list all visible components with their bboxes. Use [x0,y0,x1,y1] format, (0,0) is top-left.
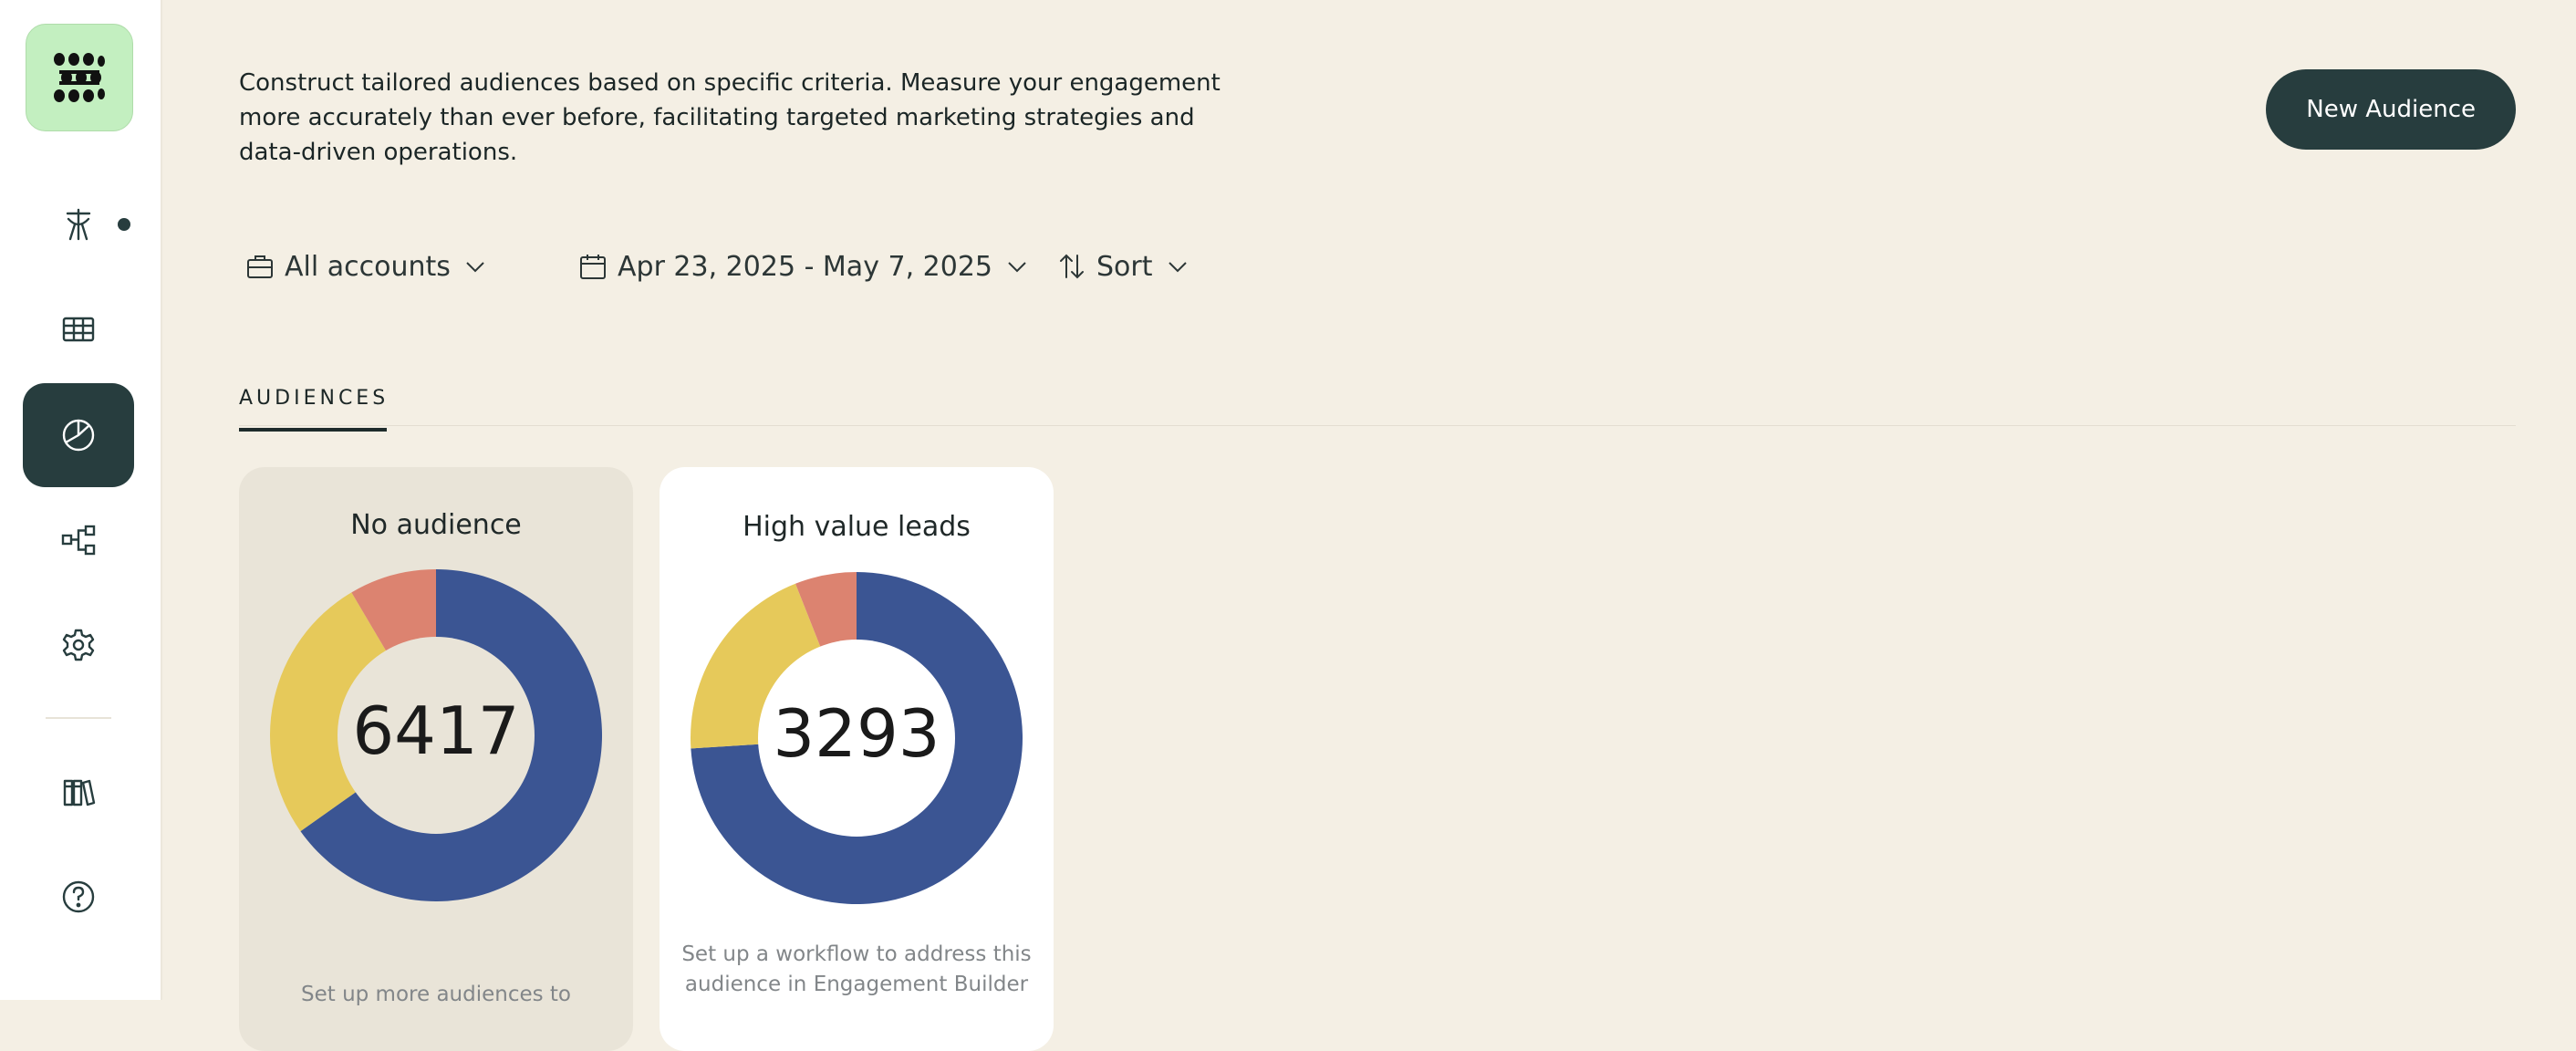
gear-icon [62,629,95,661]
audience-card[interactable]: No audience 6417 Set up more audiences t… [239,467,633,1051]
nav-item-audiences[interactable] [23,383,134,487]
logo-icon [54,53,105,102]
calendar-icon [579,253,607,280]
nav-item-library[interactable] [23,740,134,844]
table-icon [62,317,95,342]
date-range-label: Apr 23, 2025 - May 7, 2025 [618,250,992,283]
card-title: No audience [350,509,522,541]
tab-underline [239,425,2516,426]
audience-card[interactable]: High value leads 3293 Set up a workflow … [660,467,1054,1051]
sort-arrows-icon [1058,253,1085,280]
main-content: Construct tailored audiences based on sp… [239,0,2516,1051]
accounts-filter[interactable]: All accounts [246,246,487,286]
page-description: Construct tailored audiences based on sp… [239,69,1220,166]
card-title: High value leads [743,511,971,543]
sort-label: Sort [1096,250,1153,283]
help-icon [62,880,95,913]
antenna-icon [66,208,91,241]
nav-item-workflows[interactable] [23,488,134,592]
workflow-icon [61,525,96,556]
books-icon [63,779,96,806]
nav-item-help[interactable] [23,845,134,949]
app-logo[interactable] [26,24,133,131]
chevron-down-icon [463,255,487,278]
chevron-down-icon [1005,255,1029,278]
nav-item-tables[interactable] [23,277,134,381]
nav-item-settings[interactable] [23,593,134,697]
date-range-filter[interactable]: Apr 23, 2025 - May 7, 2025 [579,246,1029,286]
donut-chart: 6417 [270,569,602,901]
nav-divider [46,717,111,719]
chevron-down-icon [1166,255,1189,278]
sidebar [0,0,162,1000]
card-note: Set up a workflow to address this audien… [681,942,1032,996]
new-audience-button[interactable]: New Audience [2266,69,2516,150]
audience-count: 3293 [773,695,940,772]
card-note: Set up more audiences to [300,983,572,1006]
briefcase-icon [246,253,274,280]
donut-chart: 3293 [691,572,1023,904]
notification-dot [118,218,130,231]
audience-count: 6417 [352,692,519,769]
accounts-filter-label: All accounts [285,250,451,283]
sort-dropdown[interactable]: Sort [1058,246,1189,286]
pie-chart-icon [62,419,95,452]
